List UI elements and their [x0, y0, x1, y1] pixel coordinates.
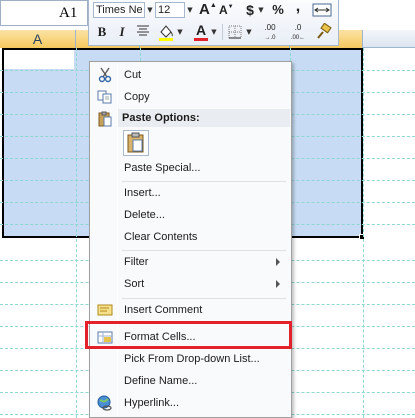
- menu-item-label: Filter: [124, 256, 149, 268]
- grow-font-icon: A: [199, 1, 210, 18]
- column-header-a[interactable]: A: [0, 30, 76, 48]
- scissors-icon: [98, 67, 112, 83]
- fill-color-button[interactable]: [157, 23, 175, 41]
- font-size-dropdown-icon[interactable]: ▼: [185, 2, 195, 18]
- borders-icon: [228, 25, 242, 39]
- menu-item-cut[interactable]: Cut: [92, 64, 289, 86]
- name-box[interactable]: A1: [0, 0, 88, 26]
- borders-dropdown-icon[interactable]: ▼: [244, 24, 254, 40]
- menu-item-label: Paste Special...: [124, 162, 201, 174]
- menu-item-label: Delete...: [124, 209, 165, 221]
- font-color-button[interactable]: A: [193, 22, 209, 41]
- copy-icon: [97, 90, 112, 104]
- merge-center-icon: [312, 3, 332, 17]
- gridline: [363, 48, 364, 418]
- shrink-font-icon: A: [219, 3, 228, 17]
- menu-item-label: Sort: [124, 278, 145, 290]
- font-color-swatch: [194, 38, 208, 41]
- menu-item-label: Insert Comment: [124, 304, 203, 316]
- font-color-dropdown-icon[interactable]: ▼: [209, 24, 219, 40]
- grow-font-button[interactable]: A▲: [199, 1, 217, 19]
- percent-button[interactable]: %: [271, 1, 285, 19]
- font-size-box[interactable]: 12: [155, 2, 185, 18]
- italic-button[interactable]: I: [116, 23, 128, 41]
- menu-item-define-name[interactable]: Define Name...: [92, 370, 289, 392]
- menu-item-delete[interactable]: Delete...: [92, 204, 289, 226]
- menu-item-label: Clear Contents: [124, 231, 198, 243]
- increase-decimal-button[interactable]: .0.00←: [285, 23, 311, 41]
- shrink-font-button[interactable]: A▼: [219, 1, 234, 19]
- menu-item-label: Pick From Drop-down List...: [124, 353, 260, 365]
- submenu-arrow-icon: [276, 258, 280, 266]
- submenu-arrow-icon: [276, 280, 280, 288]
- decrease-decimal-button[interactable]: .00 →.0: [257, 23, 283, 41]
- menu-item-hyperlink[interactable]: Hyperlink...: [92, 392, 289, 414]
- mini-toolbar: Times Ne ▼ 12 ▼ A▲ A▼ $ ▼ % , B I ▼ A ▼ …: [88, 0, 339, 46]
- paste-option-button[interactable]: [123, 130, 149, 156]
- context-menu: Cut Copy Paste Options: Paste Special...…: [89, 61, 292, 418]
- menu-item-paste-special[interactable]: Paste Special...: [92, 157, 289, 179]
- menu-item-insert[interactable]: Insert...: [92, 182, 289, 204]
- column-header-e[interactable]: [363, 30, 415, 48]
- decrease-decimal-icon: .00: [264, 23, 276, 32]
- paste-clipboard-icon: [127, 132, 144, 153]
- align-center-icon: [137, 25, 149, 36]
- font-name-box[interactable]: Times Ne: [93, 2, 145, 18]
- comment-icon: [97, 304, 113, 316]
- increase-decimal-icon: .0: [294, 23, 302, 32]
- menu-item-pick-from-dropdown[interactable]: Pick From Drop-down List...: [92, 348, 289, 370]
- fill-color-icon: [159, 25, 173, 41]
- gridline: [76, 48, 77, 418]
- align-center-button[interactable]: [134, 24, 152, 42]
- toolbar-separator: [222, 24, 223, 40]
- paste-options-header: Paste Options:: [118, 109, 290, 127]
- menu-item-label: Cut: [124, 69, 142, 81]
- format-painter-icon: [317, 22, 332, 39]
- menu-item-label: Copy: [124, 91, 150, 103]
- hyperlink-globe-icon: [97, 395, 112, 411]
- menu-item-label: Define Name...: [124, 375, 198, 387]
- menu-item-filter[interactable]: Filter: [92, 251, 289, 273]
- menu-item-label: Insert...: [124, 187, 161, 199]
- format-painter-button[interactable]: [314, 22, 332, 41]
- fill-color-dropdown-icon[interactable]: ▼: [175, 24, 185, 40]
- active-cell-a1[interactable]: [4, 50, 74, 69]
- currency-button[interactable]: $: [243, 1, 257, 19]
- font-color-icon: A: [195, 22, 207, 38]
- bold-button[interactable]: B: [95, 23, 109, 41]
- menu-item-insert-comment[interactable]: Insert Comment: [92, 299, 289, 321]
- currency-dropdown-icon[interactable]: ▼: [256, 2, 266, 18]
- comma-style-button[interactable]: ,: [293, 0, 303, 16]
- menu-item-clear-contents[interactable]: Clear Contents: [92, 226, 289, 248]
- menu-item-sort[interactable]: Sort: [92, 273, 289, 295]
- name-box-value: A1: [59, 5, 78, 21]
- menu-item-label: Hyperlink...: [124, 397, 180, 409]
- borders-button[interactable]: [227, 24, 243, 42]
- fill-handle[interactable]: [359, 234, 365, 240]
- clipboard-icon: [98, 111, 112, 127]
- merge-center-button[interactable]: [311, 2, 333, 20]
- menu-item-copy[interactable]: Copy: [92, 86, 289, 108]
- format-cells-highlight-box: [85, 321, 292, 349]
- font-name-dropdown-icon[interactable]: ▼: [145, 2, 155, 18]
